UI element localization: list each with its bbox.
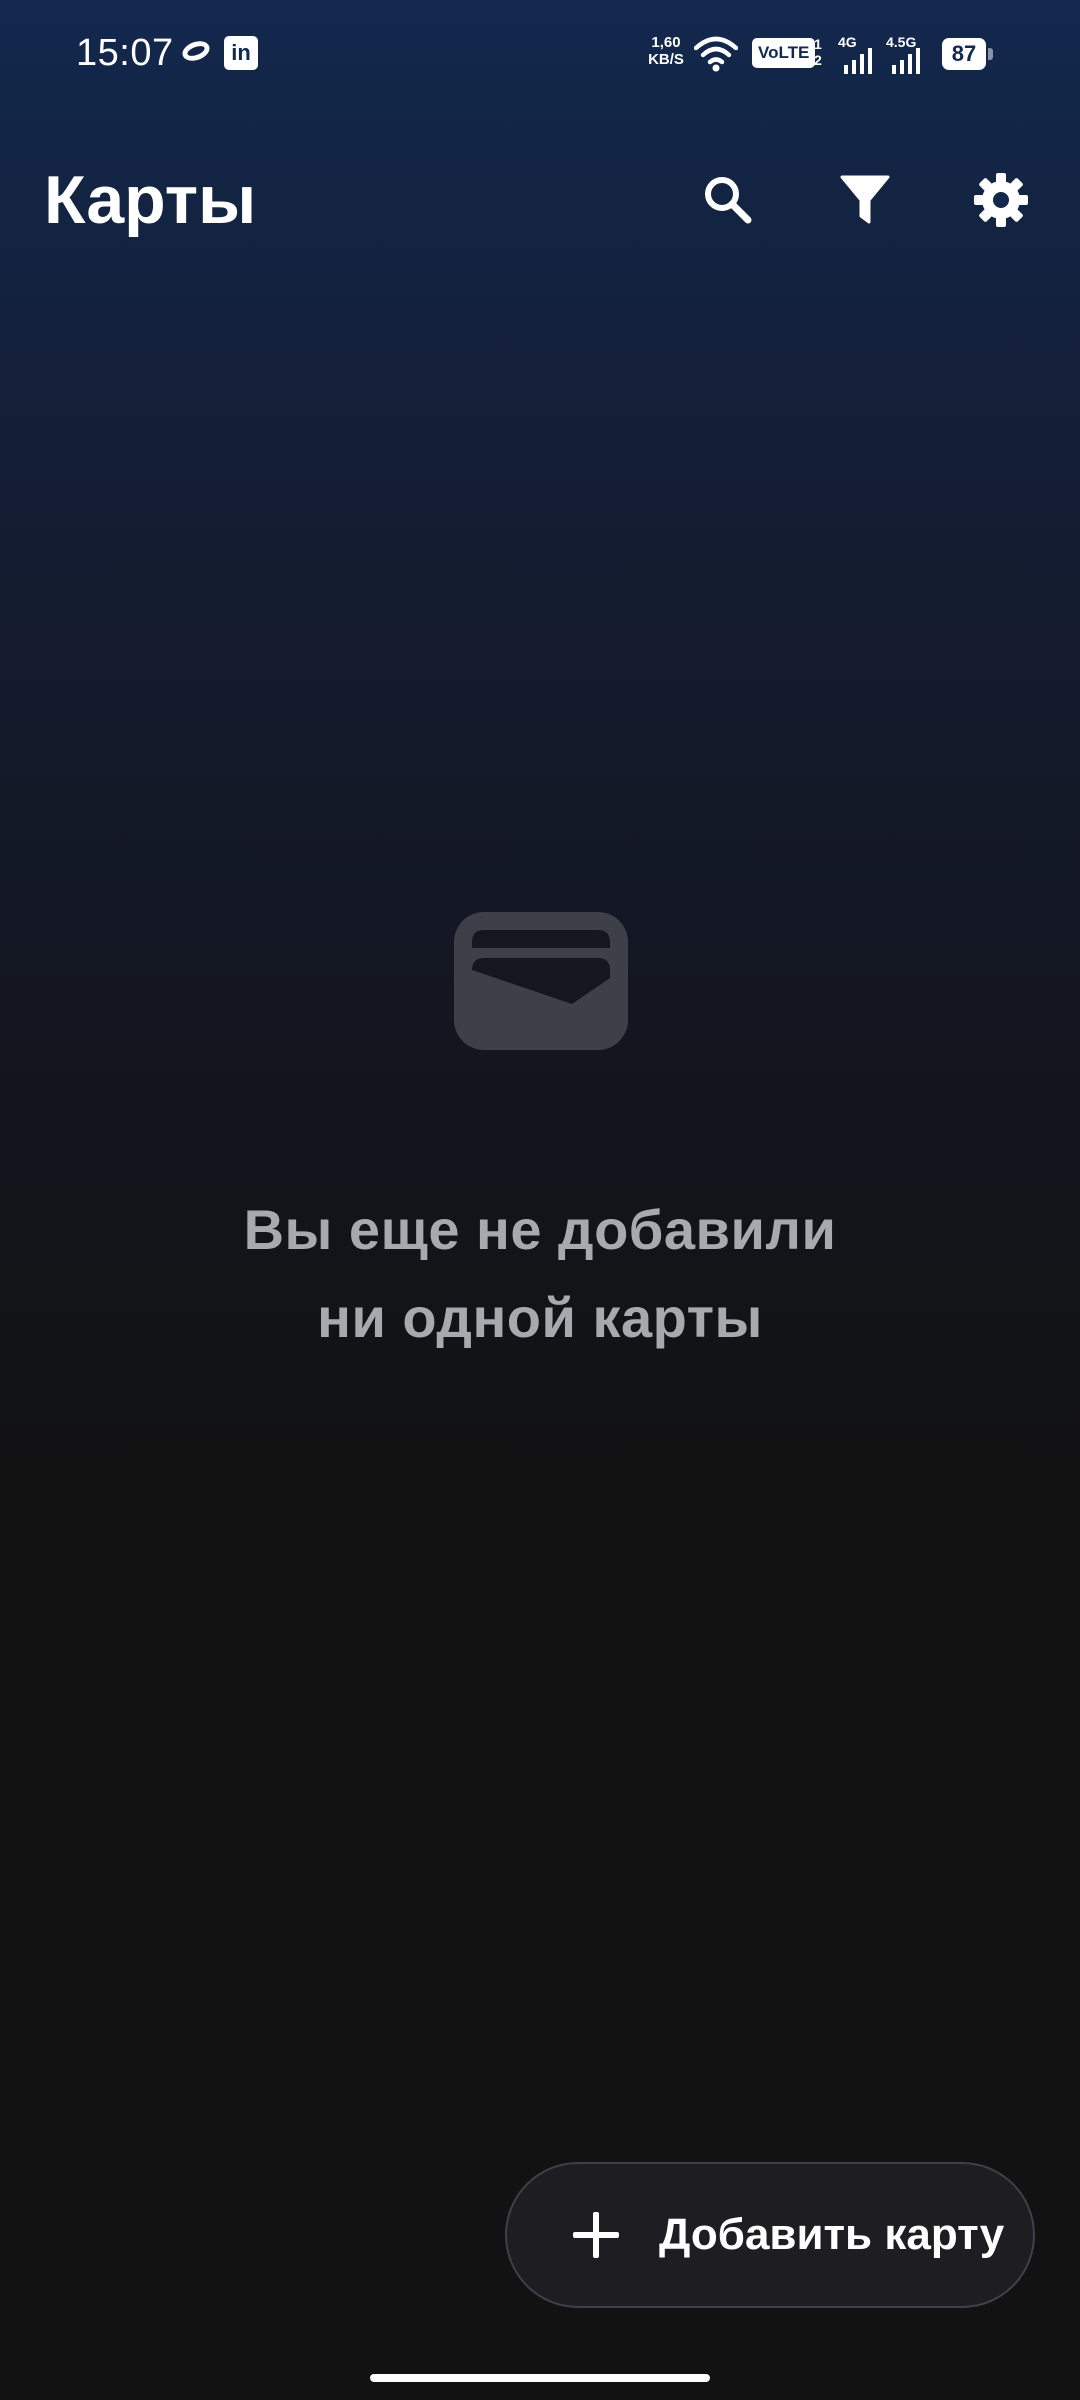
- linkedin-icon: in: [224, 36, 258, 70]
- add-card-button[interactable]: Добавить карту: [505, 2162, 1035, 2308]
- wallet-icon: [454, 912, 628, 1050]
- empty-message: Вы еще не добавили ни одной карты: [140, 1186, 940, 1362]
- add-card-label: Добавить карту: [659, 2210, 1005, 2259]
- network-speed: 1,60 KB/S: [644, 34, 688, 68]
- sim2-label: 2: [814, 52, 822, 68]
- gear-icon: [974, 173, 1028, 227]
- app-bar: Карты: [0, 130, 1080, 270]
- signal-bars-icon: [844, 48, 872, 74]
- filter-button[interactable]: [825, 160, 905, 240]
- search-button[interactable]: [688, 160, 768, 240]
- page-title: Карты: [44, 162, 257, 238]
- volte-badge: VoLTE: [752, 38, 816, 68]
- battery-indicator: 87: [942, 38, 993, 70]
- sim-indicator: 1 2: [814, 36, 822, 68]
- status-bar: 15:07 in 1,60 KB/S VoLTE 1 2 4G 4.5G 87: [0, 0, 1080, 106]
- battery-tip: [988, 48, 993, 60]
- wifi-icon: [694, 36, 738, 72]
- gesture-bar[interactable]: [370, 2374, 710, 2382]
- settings-button[interactable]: [961, 160, 1041, 240]
- sim1-label: 1: [814, 36, 822, 52]
- network-speed-value: 1,60: [651, 34, 681, 51]
- network-speed-unit: KB/S: [648, 51, 684, 68]
- status-time: 15:07: [76, 32, 174, 74]
- signal-bars-icon: [892, 48, 920, 74]
- plus-icon: [573, 2212, 619, 2258]
- battery-level: 87: [942, 38, 986, 70]
- search-icon: [705, 177, 752, 224]
- filter-icon: [840, 175, 890, 224]
- empty-message-line1: Вы еще не добавили: [243, 1198, 837, 1261]
- ring-icon: [179, 37, 213, 65]
- empty-message-line2: ни одной карты: [317, 1286, 763, 1349]
